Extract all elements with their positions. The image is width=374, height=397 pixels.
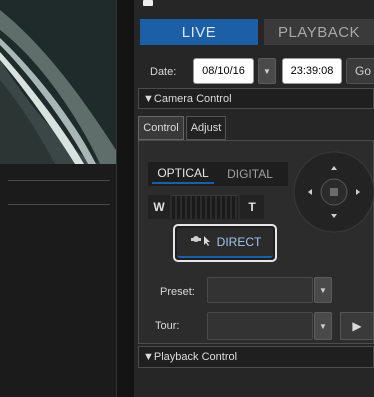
chevron-down-icon: ▼ (319, 321, 327, 331)
digital-toggle[interactable]: DIGITAL (220, 164, 280, 184)
tab-control[interactable]: Control (138, 116, 184, 140)
tour-play-button[interactable]: ▶ (340, 312, 374, 340)
preset-select[interactable] (207, 277, 313, 303)
tab-adjust[interactable]: Adjust (186, 116, 226, 140)
direct-button[interactable]: DIRECT (177, 228, 273, 258)
zoom-tele-button[interactable]: T (240, 195, 264, 219)
video-feed[interactable] (0, 0, 116, 164)
left-strip (0, 164, 116, 397)
zoom-wide-button[interactable]: W (148, 195, 170, 219)
play-icon: ▶ (352, 319, 362, 333)
tour-label: Tour: (155, 320, 180, 332)
tab-live[interactable]: LIVE (140, 19, 258, 45)
go-button[interactable]: Go (346, 58, 374, 84)
date-input[interactable]: 08/10/16 (193, 58, 254, 84)
chevron-down-icon: ▼ (319, 285, 327, 295)
ptz-dpad[interactable] (292, 150, 374, 234)
camera-pointer-icon (189, 233, 211, 252)
date-dropdown-button[interactable]: ▼ (258, 58, 276, 84)
preset-label: Preset: (160, 286, 195, 298)
tab-playback[interactable]: PLAYBACK (264, 19, 374, 45)
direct-label: DIRECT (216, 235, 262, 249)
tour-select[interactable] (207, 312, 313, 340)
dpad-icon (293, 151, 374, 233)
time-input[interactable]: 23:39:08 (282, 58, 342, 84)
preset-dropdown-button[interactable]: ▼ (314, 277, 332, 303)
top-checkbox[interactable] (143, 0, 153, 6)
optical-toggle[interactable]: OPTICAL (152, 164, 214, 184)
camera-control-header[interactable]: ▼Camera Control (138, 88, 374, 109)
date-label: Date: (150, 66, 177, 78)
zoom-slider[interactable] (172, 195, 238, 219)
chevron-down-icon: ▼ (263, 66, 271, 76)
panel-divider[interactable] (116, 0, 134, 397)
playback-control-header[interactable]: ▼Playback Control (138, 346, 374, 368)
tour-dropdown-button[interactable]: ▼ (314, 312, 332, 340)
